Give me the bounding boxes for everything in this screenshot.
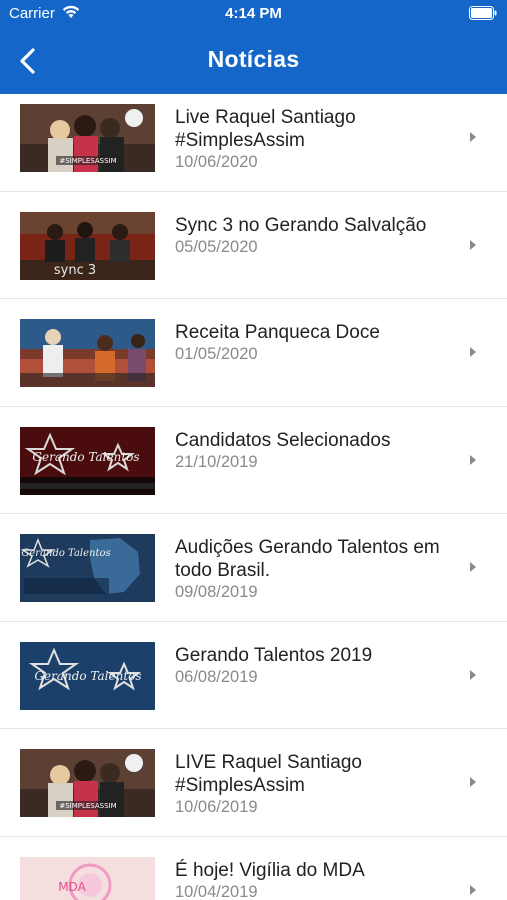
news-title: Live Raquel Santiago #SimplesAssim xyxy=(175,107,356,151)
news-date: 06/08/2019 xyxy=(175,667,258,686)
news-title: Receita Panqueca Doce xyxy=(175,322,380,343)
nav-header: Carrier 4:14 PM Notícias xyxy=(0,0,507,94)
news-date: 09/08/2019 xyxy=(175,583,258,601)
news-item[interactable]: #SIMPLESASSIM LIVE Raquel Santiago #Simp… xyxy=(0,729,507,837)
news-date: 01/05/2020 xyxy=(175,345,258,363)
news-thumbnail: #SIMPLESASSIM xyxy=(20,749,155,817)
thumb-text: #SIMPLESASSIM xyxy=(59,802,116,810)
status-time: 4:14 PM xyxy=(225,5,282,22)
news-title: Sync 3 no Gerando Salvalção xyxy=(175,214,427,236)
news-thumbnail: sync 3 xyxy=(20,211,155,280)
chevron-right-icon xyxy=(470,669,476,680)
news-title: É hoje! Vigília do MDA xyxy=(175,859,365,881)
news-date: 10/06/2019 xyxy=(175,798,258,816)
status-bar: Carrier 4:14 PM xyxy=(0,0,507,28)
news-item[interactable]: Gerando Talentos Gerando Talentos 2019 0… xyxy=(0,621,507,729)
chevron-right-icon xyxy=(470,884,476,895)
news-date: 05/05/2020 xyxy=(175,237,258,256)
thumb-text: Gerando Talentos xyxy=(34,669,141,683)
news-thumbnail: #SIMPLESASSIM xyxy=(20,104,155,172)
chevron-right-icon xyxy=(470,562,476,572)
news-list: #SIMPLESASSIM Live Raquel Santiago #Simp… xyxy=(0,84,507,900)
news-item[interactable]: MDA É hoje! Vigília do MDA 10/04/2019 xyxy=(0,836,507,900)
thumb-text: Gerando Talentos xyxy=(21,548,110,559)
chevron-right-icon xyxy=(470,454,476,465)
news-item[interactable]: sync 3 Sync 3 no Gerando Salvalção 05/05… xyxy=(0,191,507,299)
battery-icon xyxy=(469,6,497,20)
news-item[interactable]: #SIMPLESASSIM Live Raquel Santiago #Simp… xyxy=(0,84,507,192)
news-item[interactable]: Receita Panqueca Doce 01/05/2020 xyxy=(0,299,507,407)
chevron-right-icon xyxy=(470,132,476,142)
news-item[interactable]: Gerando Talentos Candidatos Selecionados… xyxy=(0,406,507,514)
thumb-text: Gerando Talentos xyxy=(32,450,139,464)
chevron-right-icon xyxy=(470,239,476,250)
news-title: LIVE Raquel Santiago #SimplesAssim xyxy=(175,752,362,796)
news-thumbnail: MDA xyxy=(20,856,155,900)
thumb-text: MDA xyxy=(58,880,86,894)
chevron-right-icon xyxy=(470,777,476,787)
news-thumbnail: Gerando Talentos xyxy=(20,641,155,710)
thumb-text: #SIMPLESASSIM xyxy=(59,157,116,165)
news-date: 10/04/2019 xyxy=(175,882,258,900)
news-date: 10/06/2020 xyxy=(175,153,258,171)
chevron-right-icon xyxy=(470,347,476,357)
news-title: Candidatos Selecionados xyxy=(175,429,391,451)
news-title: Audições Gerando Talentos em todo Brasil… xyxy=(175,537,440,581)
news-title: Gerando Talentos 2019 xyxy=(175,644,373,666)
news-thumbnail: Gerando Talentos xyxy=(20,426,155,495)
news-item[interactable]: Gerando Talentos Audições Gerando Talent… xyxy=(0,514,507,622)
news-thumbnail: Gerando Talentos xyxy=(20,534,155,602)
page-title: Notícias xyxy=(207,46,300,72)
news-thumbnail xyxy=(20,319,155,387)
news-date: 21/10/2019 xyxy=(175,452,258,471)
thumb-text: sync 3 xyxy=(54,263,96,278)
